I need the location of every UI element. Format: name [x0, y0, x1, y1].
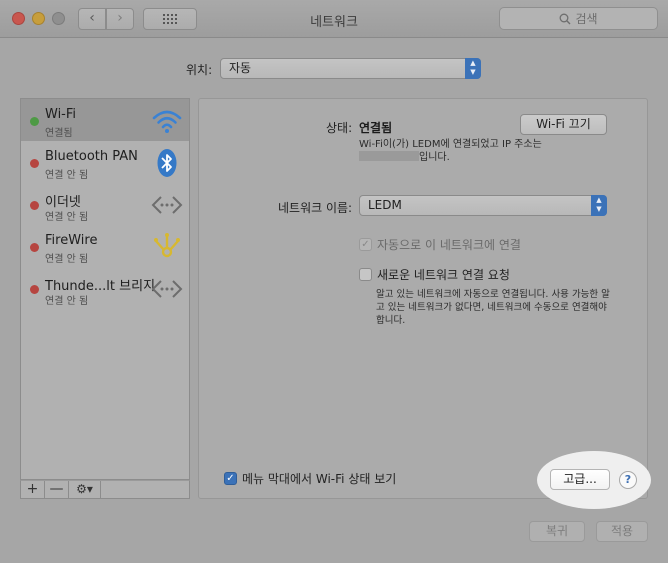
status-description-line1: Wi-Fi이(가) LEDM에 연결되었고 IP 주소는 — [359, 139, 542, 150]
network-name-value: LEDM — [368, 198, 402, 212]
status-value: 연결됨 — [359, 121, 393, 135]
auto-join-checkbox[interactable]: ✓ — [359, 238, 372, 251]
location-label: 위치: — [186, 63, 213, 77]
apply-button[interactable]: 적용 — [596, 521, 648, 542]
redacted-ip — [359, 151, 419, 161]
service-list-toolbar: + — ⚙▾ — [20, 480, 190, 499]
firewire-icon — [154, 233, 180, 258]
search-icon — [560, 13, 571, 24]
service-item-ethernet[interactable]: 이더넷 연결 안 됨 — [21, 183, 189, 225]
search-placeholder: 검색 — [575, 12, 598, 26]
status-label: 상태: — [326, 121, 353, 135]
location-value: 자동 — [229, 61, 252, 75]
title-bar: ‹ › 네트워크 검색 — [0, 0, 668, 38]
auto-join-row: ✓ 자동으로 이 네트워크에 연결 — [359, 236, 521, 253]
status-dot-disconnected — [30, 243, 39, 252]
auto-join-label: 자동으로 이 네트워크에 연결 — [377, 238, 521, 252]
wifi-icon — [152, 110, 182, 133]
show-menu-checkbox[interactable]: ✓ — [224, 472, 237, 485]
service-item-firewire[interactable]: FireWire 연결 안 됨 — [21, 225, 189, 267]
service-status: 연결됨 — [45, 128, 73, 139]
wifi-off-button[interactable]: Wi-Fi 끄기 — [520, 114, 607, 135]
service-status: 연결 안 됨 — [45, 212, 89, 223]
thunderbolt-bridge-icon — [151, 280, 183, 298]
status-description: Wi-Fi이(가) LEDM에 연결되었고 IP 주소는 입니다. — [359, 138, 599, 164]
status-dot-disconnected — [30, 159, 39, 168]
service-name: Wi-Fi — [45, 107, 77, 122]
ethernet-icon — [151, 196, 183, 214]
help-button[interactable]: ? — [619, 471, 637, 489]
status-dot-disconnected — [30, 201, 39, 210]
popup-arrows-icon: ▲ ▼ — [465, 58, 481, 79]
remove-service-button[interactable]: — — [45, 481, 69, 498]
show-menu-row: ✓ 메뉴 막대에서 Wi-Fi 상태 보기 — [224, 470, 396, 487]
ask-join-description: 알고 있는 네트워크에 자동으로 연결됩니다. 사용 가능한 알고 있는 네트워… — [376, 289, 610, 326]
service-list: Wi-Fi 연결됨 Bluetooth PAN 연결 안 됨 이더넷 연결 안 … — [20, 98, 190, 480]
ask-join-row: 새로운 네트워크 연결 요청 — [359, 266, 510, 283]
status-dot-connected — [30, 117, 39, 126]
network-preferences-window: ‹ › 네트워크 검색 위치: 자동 ▲ ▼ Wi-Fi 연결됨 Bluetoo… — [0, 0, 668, 563]
service-status: 연결 안 됨 — [45, 296, 89, 307]
service-name: Bluetooth PAN — [45, 149, 138, 164]
gear-menu-button[interactable]: ⚙▾ — [69, 481, 101, 498]
service-status: 연결 안 됨 — [45, 170, 89, 181]
network-name-label: 네트워크 이름: — [278, 201, 353, 215]
show-menu-label: 메뉴 막대에서 Wi-Fi 상태 보기 — [242, 472, 397, 486]
search-field[interactable]: 검색 — [499, 7, 658, 30]
bluetooth-icon — [157, 149, 177, 177]
location-popup[interactable]: 자동 ▲ ▼ — [220, 58, 481, 79]
advanced-button[interactable]: 고급... — [550, 469, 610, 490]
service-item-wifi[interactable]: Wi-Fi 연결됨 — [21, 99, 189, 141]
network-name-popup[interactable]: LEDM ▲ ▼ — [359, 195, 607, 216]
add-service-button[interactable]: + — [21, 481, 45, 498]
ask-join-label: 새로운 네트워크 연결 요청 — [377, 268, 510, 282]
service-item-thunderbolt-bridge[interactable]: Thunde...lt 브리지 연결 안 됨 — [21, 267, 189, 309]
service-name: FireWire — [45, 233, 98, 248]
status-dot-disconnected — [30, 285, 39, 294]
revert-button[interactable]: 복귀 — [529, 521, 585, 542]
status-description-line2: 입니다. — [419, 152, 450, 163]
ask-join-checkbox[interactable] — [359, 268, 372, 281]
service-item-bluetooth-pan[interactable]: Bluetooth PAN 연결 안 됨 — [21, 141, 189, 183]
popup-arrows-icon: ▲ ▼ — [591, 195, 607, 216]
service-status: 연결 안 됨 — [45, 254, 89, 265]
